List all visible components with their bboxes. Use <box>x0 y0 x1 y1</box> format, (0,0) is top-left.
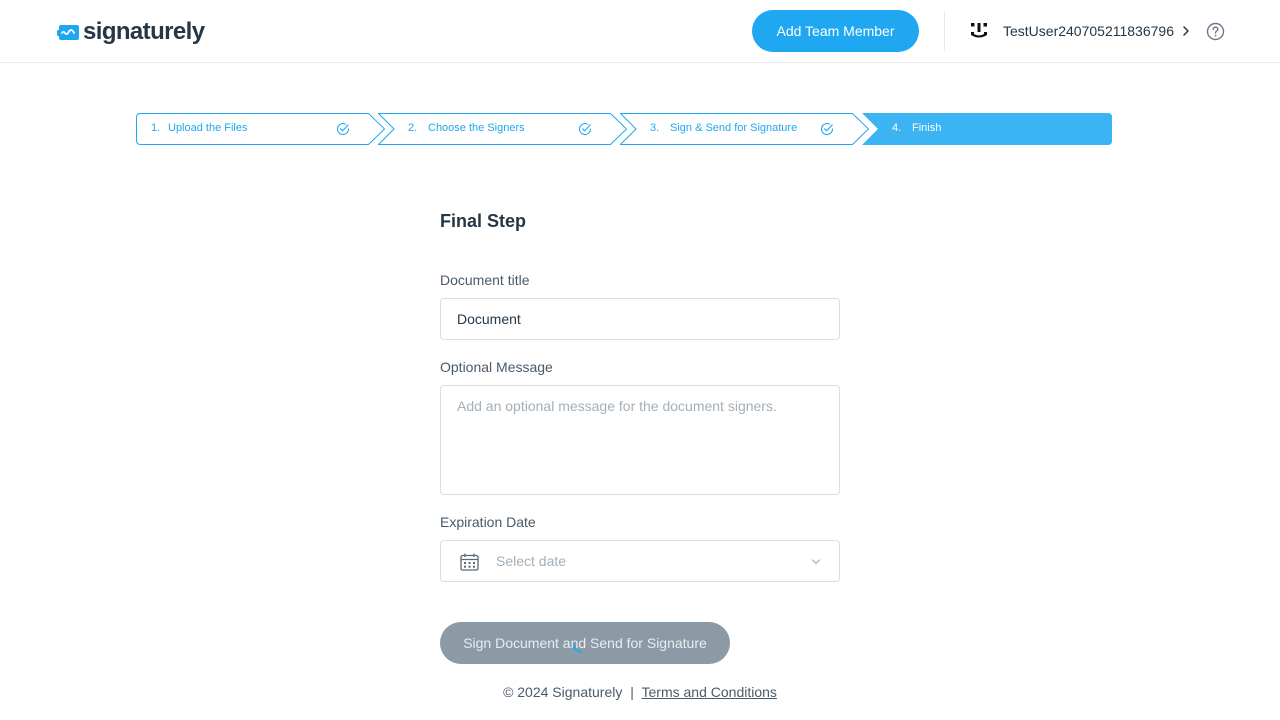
calendar-icon <box>460 553 479 571</box>
question-circle-icon[interactable] <box>1206 22 1225 41</box>
page-title: Final Step <box>440 211 527 231</box>
footer: © 2024 Signaturely | Terms and Condition… <box>0 684 1280 700</box>
step-number: 2. <box>408 122 418 134</box>
expiration-date-placeholder: Select date <box>496 553 567 569</box>
chevron-right-icon <box>1183 26 1189 36</box>
copyright-text: © 2024 Signaturely <box>503 684 623 700</box>
step-finish[interactable]: 4. Finish <box>862 113 1112 145</box>
check-circle-icon <box>578 123 592 136</box>
step-number: 1. <box>151 122 161 134</box>
step-choose-signers[interactable]: 2. Choose the Signers <box>378 113 628 145</box>
step-sign-and-send[interactable]: 3. Sign & Send for Signature <box>620 113 870 145</box>
document-title-label: Document title <box>440 272 530 288</box>
logo-text: signaturely <box>83 18 205 45</box>
top-header: signaturely Add Team Member TestUser2407… <box>0 0 1280 63</box>
chevron-down-icon <box>811 559 821 565</box>
optional-message-textarea[interactable] <box>440 385 840 495</box>
step-label: Choose the Signers <box>428 122 525 134</box>
check-circle-icon <box>820 123 834 136</box>
user-name: TestUser240705211836796 <box>1003 23 1174 39</box>
optional-message-label: Optional Message <box>440 359 553 375</box>
header-divider <box>944 11 945 51</box>
expiration-date-label: Expiration Date <box>440 514 536 530</box>
progress-stepper: 1. Upload the Files 2. Choose the Signer… <box>136 113 1112 145</box>
spinner-icon <box>573 643 582 653</box>
step-label: Sign & Send for Signature <box>670 122 798 134</box>
step-number: 3. <box>650 122 660 134</box>
check-circle-icon <box>336 123 350 136</box>
terms-and-conditions-link[interactable]: Terms and Conditions <box>642 684 777 700</box>
signaturely-logo[interactable]: signaturely <box>57 18 205 46</box>
step-number: 4. <box>892 122 902 134</box>
signaturely-logo-icon <box>57 25 79 40</box>
user-avatar-icon <box>971 23 987 38</box>
add-team-member-button[interactable]: Add Team Member <box>752 10 919 52</box>
footer-separator: | <box>630 684 634 700</box>
expiration-date-picker[interactable]: Select date <box>440 540 840 582</box>
step-label: Upload the Files <box>168 122 248 134</box>
step-label: Finish <box>912 122 942 134</box>
document-title-input[interactable] <box>440 298 840 340</box>
step-upload-files[interactable]: 1. Upload the Files <box>136 113 386 145</box>
user-menu[interactable]: TestUser240705211836796 <box>968 19 1191 43</box>
